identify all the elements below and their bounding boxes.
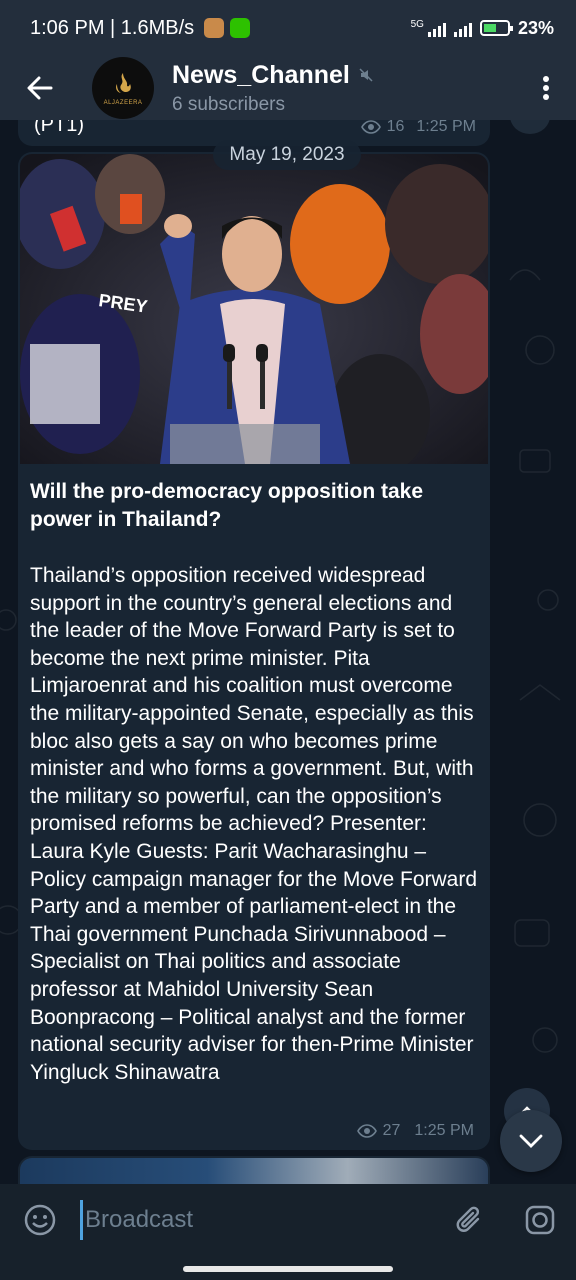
- battery-icon: [479, 20, 513, 36]
- battery-level: 23%: [517, 17, 554, 38]
- more-options-button[interactable]: [516, 56, 576, 120]
- channel-title-block[interactable]: News_Channel 6 subscribers: [172, 61, 374, 116]
- back-arrow-icon: [27, 76, 53, 100]
- more-vert-icon: [543, 76, 549, 100]
- message-bubble[interactable]: PREY Will the pro-democracy opposition t…: [18, 152, 490, 1150]
- notification-app-icon: [204, 18, 225, 38]
- aljazeera-logo-icon: [116, 73, 131, 93]
- home-indicator[interactable]: [183, 1266, 393, 1272]
- chevron-down-icon: [519, 1134, 543, 1148]
- channel-name: News_Channel: [172, 60, 350, 89]
- network-type-label: 5G: [410, 19, 424, 30]
- message-headline: Will the pro-democracy opposition take p…: [30, 480, 424, 531]
- navigation-bar: [0, 1256, 576, 1280]
- message-composer: [0, 1184, 576, 1256]
- scroll-down-button[interactable]: [500, 1110, 562, 1172]
- message-time: 1:25 PM: [414, 1122, 474, 1139]
- message-body: Thailand’s opposition received widesprea…: [30, 564, 478, 1084]
- status-bar: 1:06 PM | 1.6MB/s 5G 23%: [0, 0, 576, 56]
- previous-message-text: (PT1): [34, 120, 84, 136]
- message-meta: 27 1:25 PM: [356, 1122, 474, 1140]
- signal-5g-icon: 5G: [411, 19, 446, 37]
- attach-icon: [456, 1206, 480, 1232]
- next-message-bubble[interactable]: [18, 1156, 490, 1184]
- eye-icon: [360, 120, 381, 134]
- broadcast-input[interactable]: [80, 1200, 434, 1240]
- rally-photo-image: PREY: [20, 154, 488, 464]
- subscriber-count: 6 subscribers: [172, 93, 285, 115]
- wechat-icon: [230, 18, 251, 38]
- emoji-button[interactable]: [0, 1184, 80, 1256]
- next-message-photo: [20, 1158, 488, 1184]
- camera-button[interactable]: [504, 1184, 576, 1256]
- camera-icon: [525, 1205, 555, 1235]
- message-views: 27: [382, 1122, 401, 1139]
- previous-message-meta: 16 1:25 PM: [360, 120, 476, 136]
- chat-area[interactable]: (PT1) 16 1:25 PM May 19, 2023 PREY Will …: [0, 120, 576, 1184]
- chat-header: ALJAZEERA News_Channel 6 subscribers: [0, 56, 576, 120]
- channel-avatar[interactable]: ALJAZEERA: [92, 57, 154, 119]
- avatar-label: ALJAZEERA: [103, 100, 143, 106]
- back-button[interactable]: [0, 56, 80, 120]
- mute-icon: [359, 68, 373, 82]
- date-chip: May 19, 2023: [213, 140, 361, 170]
- status-time: 1:06 PM | 1.6MB/s: [30, 16, 195, 39]
- previous-message-views: 16: [386, 120, 405, 135]
- attach-button[interactable]: [434, 1184, 504, 1256]
- signal-icon: [453, 19, 472, 37]
- previous-message-time: 1:25 PM: [416, 120, 476, 135]
- message-photo[interactable]: PREY: [20, 154, 488, 464]
- emoji-icon: [24, 1204, 56, 1236]
- eye-icon: [356, 1124, 377, 1138]
